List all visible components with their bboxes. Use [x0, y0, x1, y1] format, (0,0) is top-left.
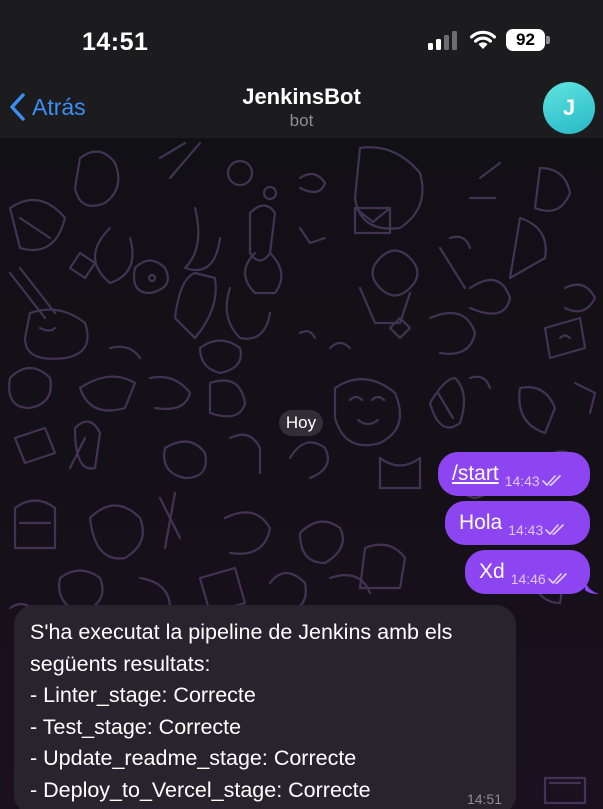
chat-area[interactable]: Hoy /start 14:43 Hola 14:43 Xd 14:46 S'h…	[0, 138, 603, 809]
message-line: següents resultats:	[30, 651, 211, 676]
chat-subtitle: bot	[289, 111, 314, 130]
avatar[interactable]: J	[543, 82, 595, 134]
double-check-icon	[545, 524, 565, 535]
message-time: 14:46	[510, 571, 546, 587]
message-text: Hola	[459, 511, 503, 534]
wifi-icon	[470, 30, 496, 49]
message-line: - Test_stage: Correcte	[30, 714, 242, 739]
outgoing-message[interactable]: Xd 14:46	[465, 550, 590, 594]
message-time: 14:43	[504, 473, 540, 489]
message-time: 14:43	[508, 522, 544, 538]
date-separator: Hoy	[279, 410, 323, 436]
message-line: - Deploy_to_Vercel_stage: Correcte	[30, 777, 371, 802]
chat-title[interactable]: JenkinsBot	[0, 84, 603, 110]
bubble-tail	[585, 580, 599, 594]
outgoing-message[interactable]: /start 14:43	[438, 452, 590, 496]
message-line: S'ha executat la pipeline de Jenkins amb…	[30, 620, 453, 644]
double-check-icon	[547, 573, 567, 584]
message-time: 14:51	[466, 791, 502, 807]
message-text: Xd	[479, 560, 505, 583]
cellular-signal-icon	[428, 30, 460, 50]
battery-icon: 92	[506, 29, 550, 51]
message-line: - Update_readme_stage: Correcte	[30, 746, 357, 770]
message-text[interactable]: /start	[452, 462, 499, 486]
battery-level: 92	[506, 29, 545, 51]
incoming-message[interactable]: S'ha executat la pipeline de Jenkins amb…	[14, 605, 516, 809]
message-line: - Linter_stage: Correcte	[30, 683, 256, 707]
status-time: 14:51	[82, 28, 149, 56]
outgoing-message[interactable]: Hola 14:43	[445, 501, 590, 545]
chat-header: Atrás JenkinsBot bot J	[0, 80, 603, 138]
double-check-icon	[541, 475, 561, 486]
status-bar: 14:51 92	[0, 0, 603, 80]
